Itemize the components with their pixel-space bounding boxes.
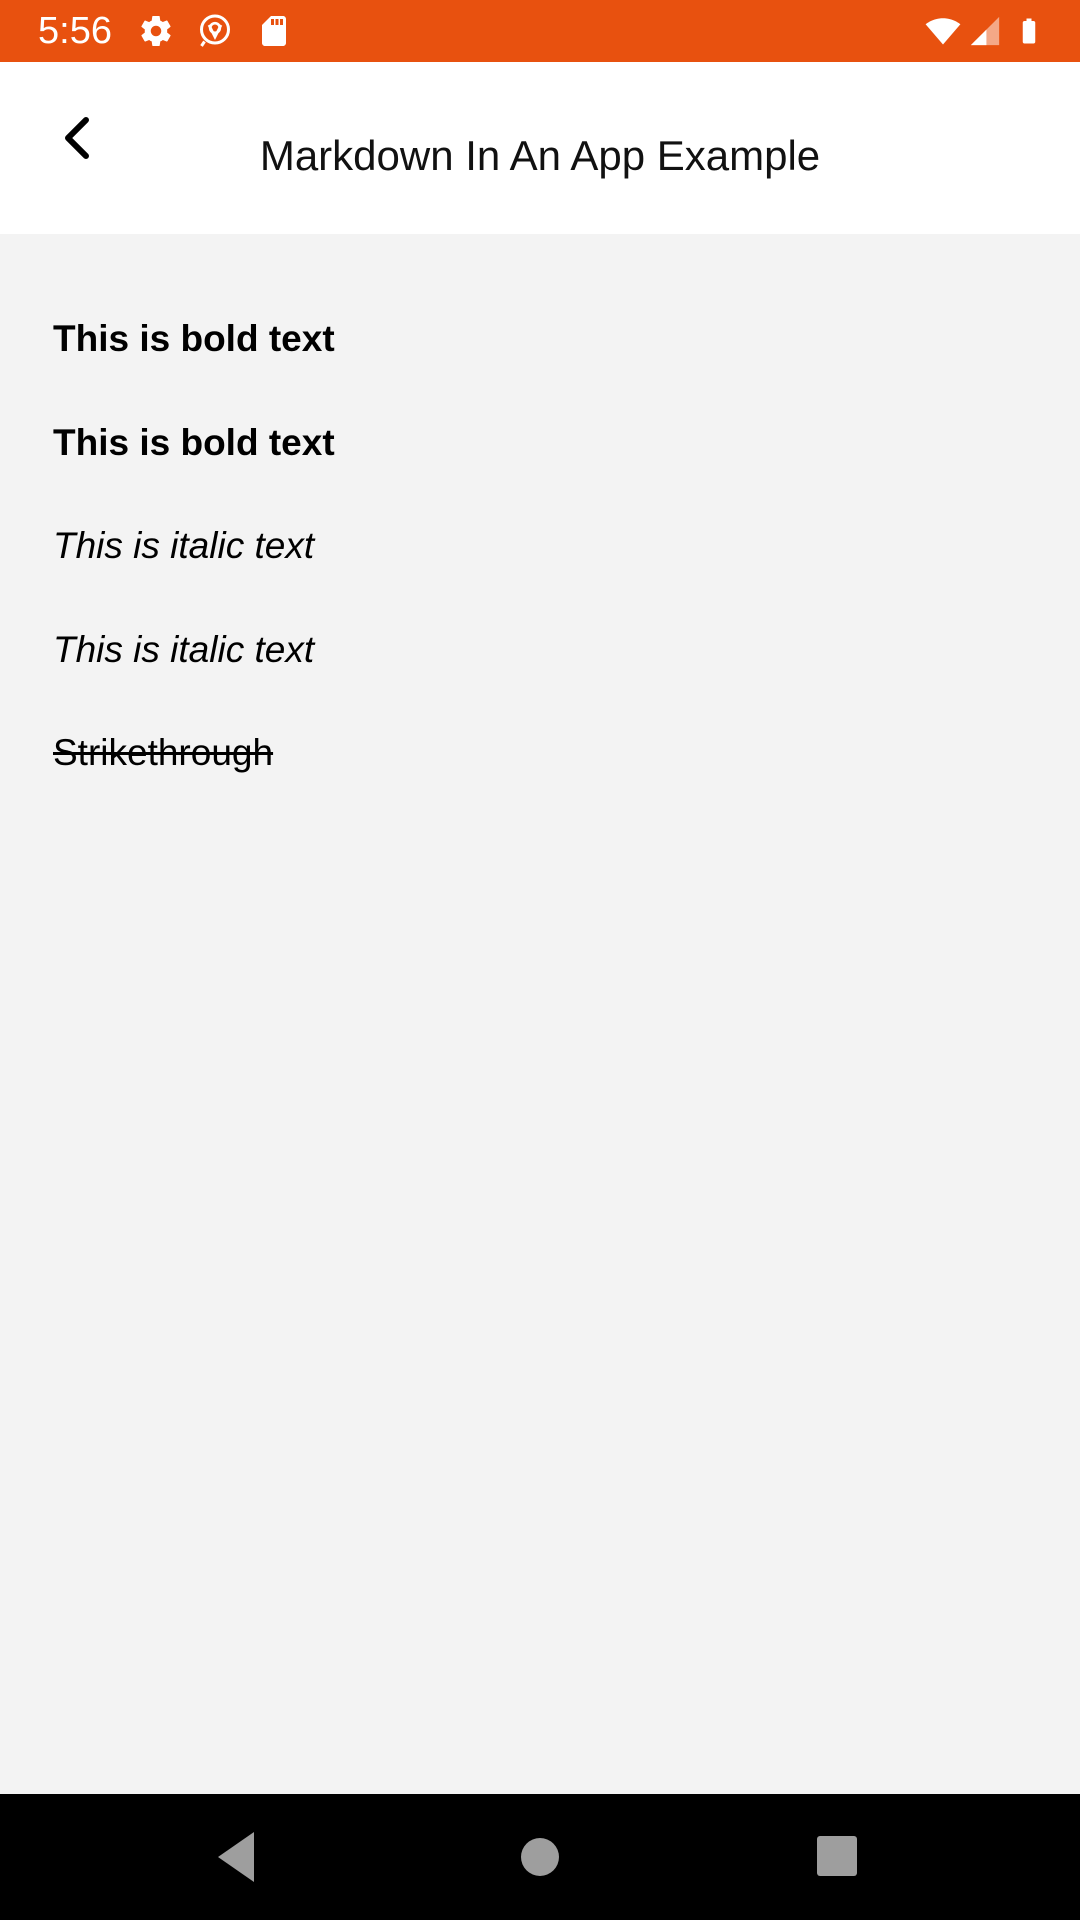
italic-text-line: This is italic text: [53, 525, 315, 566]
strikethrough-text-line: Strikethrough: [53, 732, 274, 773]
nav-home-button[interactable]: [507, 1824, 573, 1890]
gear-icon: [138, 13, 174, 49]
navigation-bar: [0, 1794, 1080, 1920]
status-time: 5:56: [38, 10, 112, 52]
chevron-left-icon: [46, 106, 110, 170]
nav-back-button[interactable]: [204, 1824, 270, 1890]
home-circle-icon: [507, 1824, 573, 1890]
wifi-icon: [922, 13, 964, 49]
bold-text-line: This is bold text: [53, 318, 335, 359]
cell-signal-icon: [968, 13, 1002, 49]
page-title: Markdown In An App Example: [259, 132, 821, 179]
app-bar: Markdown In An App Example: [0, 62, 1080, 234]
battery-icon: [1014, 13, 1044, 49]
nav-recents-button[interactable]: [805, 1824, 871, 1890]
sd-card-icon: [256, 13, 292, 49]
recents-square-icon: [805, 1824, 871, 1890]
back-triangle-icon: [204, 1824, 270, 1890]
markdown-content: This is bold text This is bold text This…: [0, 234, 1080, 1794]
back-button[interactable]: [46, 106, 110, 170]
app-notification-icon: [197, 13, 233, 49]
italic-text-line: This is italic text: [53, 629, 315, 670]
bold-text-line: This is bold text: [53, 422, 335, 463]
status-bar: 5:56: [0, 0, 1080, 62]
